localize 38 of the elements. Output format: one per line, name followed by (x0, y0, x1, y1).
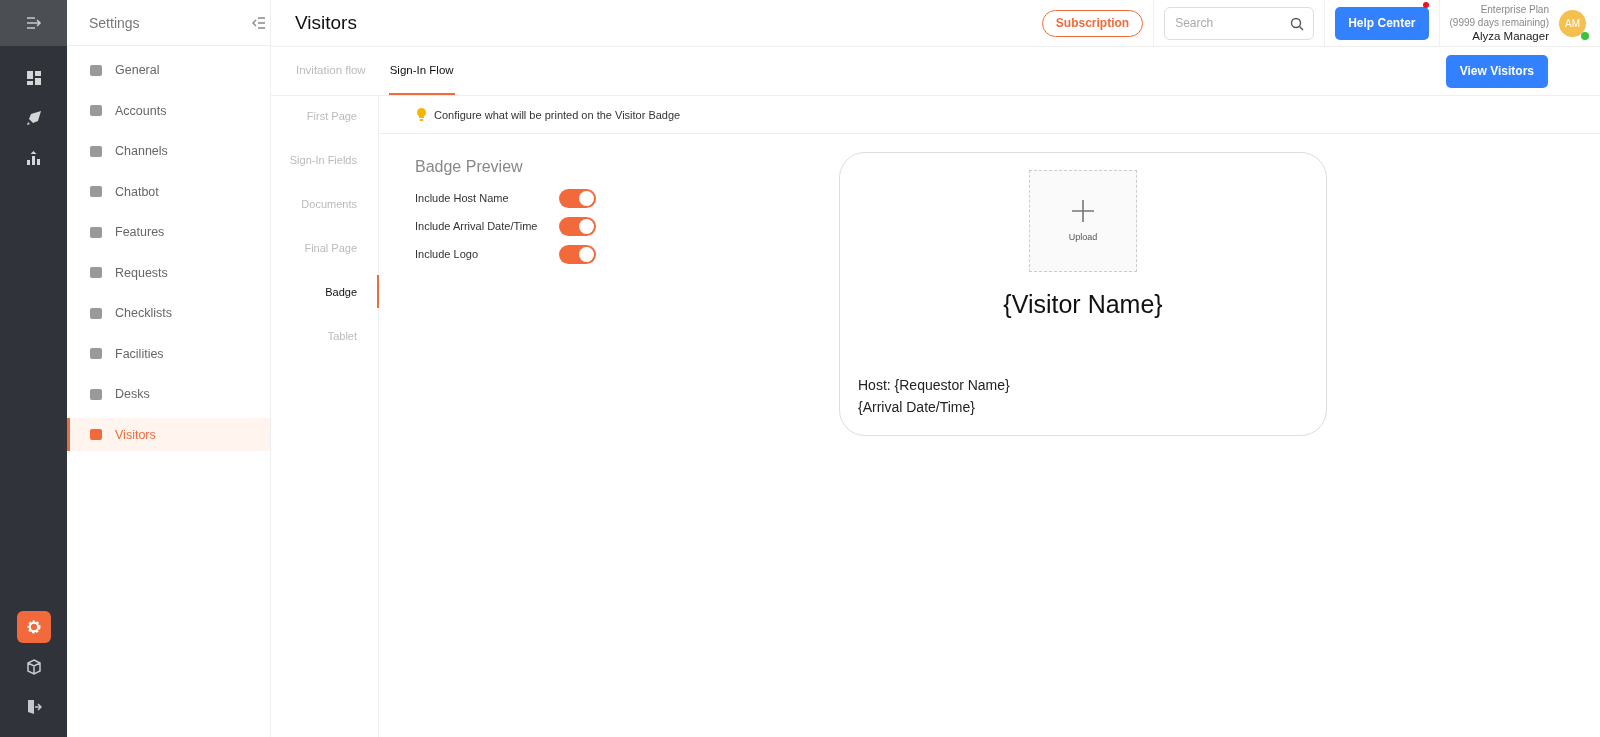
hint-text: Configure what will be printed on the Visitor Badge (434, 108, 681, 121)
sidebar-item[interactable]: Requests (67, 256, 270, 289)
toggle-switch[interactable] (559, 244, 596, 264)
option-label: Include Arrival Date/Time (415, 220, 539, 232)
sidebar-item[interactable]: General (67, 53, 270, 87)
view-visitors-button[interactable]: View Visitors (1445, 54, 1548, 88)
sidebar-item[interactable]: Channels (67, 134, 270, 168)
plan-days: (9999 days remaining) (1449, 16, 1549, 29)
lightbulb-icon (417, 108, 426, 121)
tab[interactable]: Sign-In Flow (388, 47, 455, 95)
plan-label: Enterprise Plan (1480, 3, 1549, 16)
help-center-button[interactable]: Help Center (1335, 6, 1429, 40)
sidebar-item[interactable]: Features (67, 215, 270, 249)
collapse-icon[interactable] (252, 16, 266, 29)
subscription-button[interactable]: Subscription (1041, 9, 1144, 37)
page-title: Visitors (295, 12, 357, 34)
step-item[interactable]: Badge (271, 275, 379, 308)
sidebar-item[interactable]: Accounts (67, 94, 270, 127)
host-line: Host: {Requestor Name} (858, 376, 1011, 395)
toggle-switch[interactable] (559, 216, 596, 236)
visitor-name-field: {Visitor Name} (1003, 290, 1163, 319)
search-icon[interactable] (1290, 16, 1305, 31)
sidebar-title: Settings (89, 14, 140, 31)
menu-icon[interactable] (25, 16, 42, 30)
search-field[interactable]: Search (1164, 6, 1315, 40)
user-name: Alyza Manager (1472, 30, 1549, 43)
toggle-switch[interactable] (559, 188, 596, 208)
settings-icon[interactable] (16, 611, 51, 643)
sidebar-item[interactable]: Checklists (67, 296, 270, 330)
upload-box[interactable]: Upload (1029, 170, 1137, 272)
section-title: Badge Preview (415, 158, 524, 176)
option-label: Include Host Name (415, 192, 510, 204)
option-label: Include Logo (415, 248, 479, 260)
plus-icon (1072, 200, 1094, 222)
sidebar-item[interactable]: Desks (67, 377, 270, 411)
arrival-line: {Arrival Date/Time} (858, 398, 976, 417)
sidebar-item[interactable]: Facilities (67, 337, 270, 370)
sidebar-item[interactable]: Chatbot (67, 175, 270, 208)
